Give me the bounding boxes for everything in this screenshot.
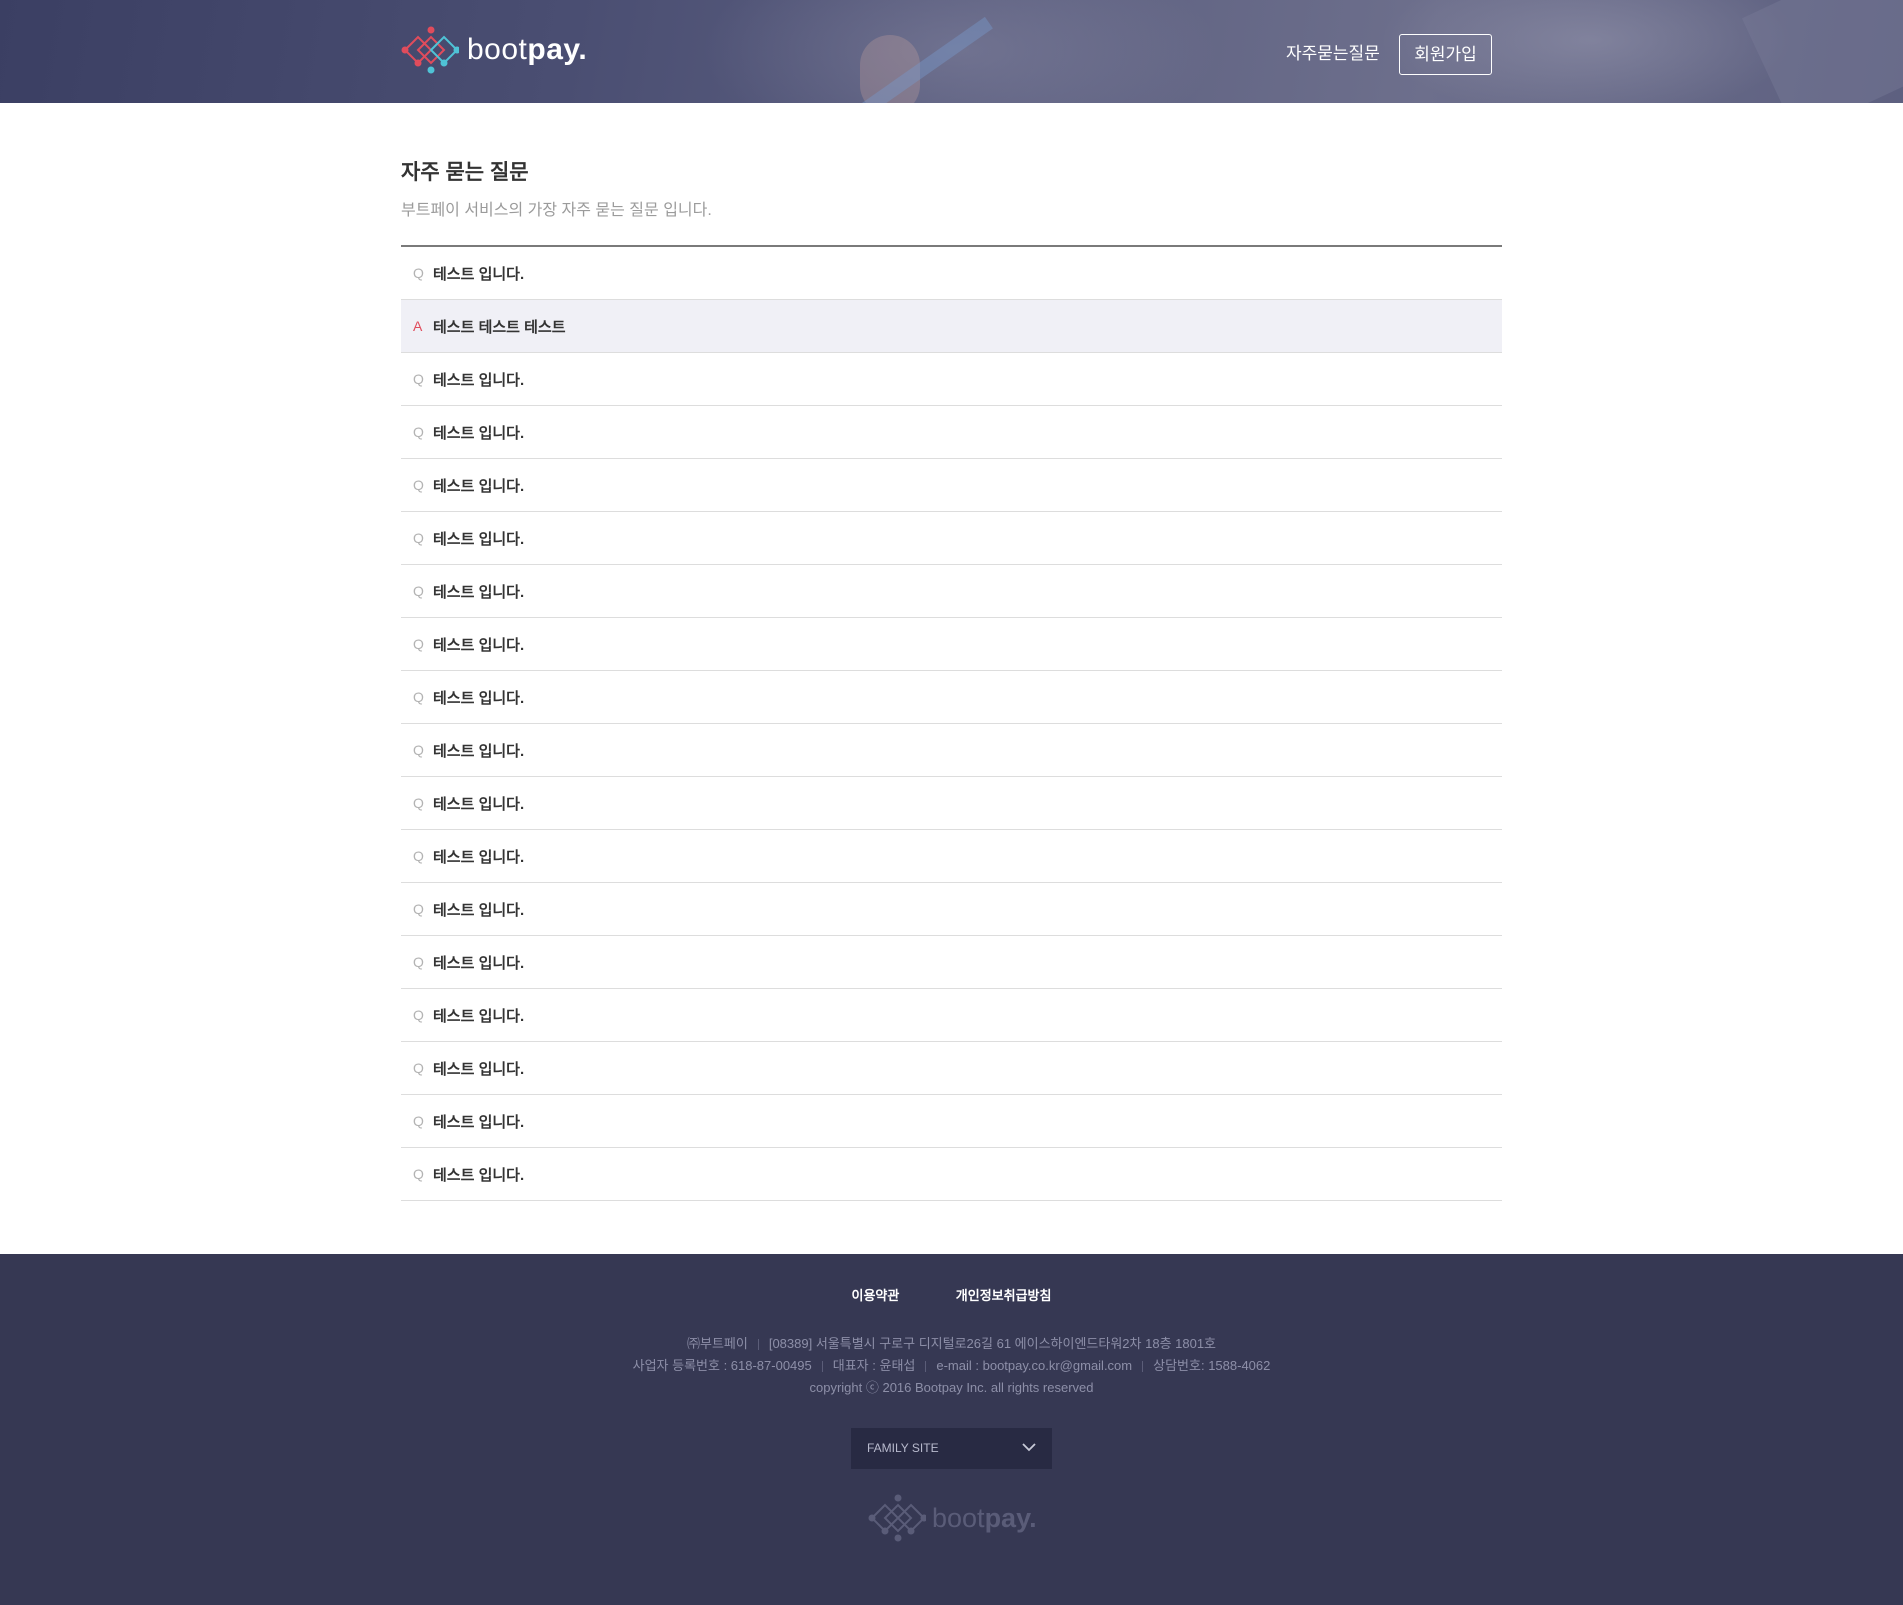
company-info: ㈜부트페이 [08389] 서울특별시 구로구 디지털로26길 61 에이스하이엔… bbox=[0, 1334, 1903, 1354]
answer-marker: A bbox=[413, 318, 423, 334]
faq-list: Q 테스트 입니다. A 테스트 테스트 테스트 Q 테스트 입니다. Q 테스트 입니다. Q… bbox=[401, 245, 1502, 1201]
divider bbox=[757, 1339, 759, 1351]
faq-question[interactable]: Q 테스트 입니다. bbox=[401, 830, 1502, 883]
question-text: 테스트 입니다. bbox=[433, 848, 525, 866]
question-marker: Q bbox=[413, 583, 424, 599]
faq-question[interactable]: Q 테스트 입니다. bbox=[401, 565, 1502, 618]
question-text: 테스트 입니다. bbox=[433, 636, 525, 654]
question-marker: Q bbox=[413, 1113, 424, 1129]
faq-question[interactable]: Q 테스트 입니다. bbox=[401, 353, 1502, 406]
business-number: 사업자 등록번호 : 618-87-00495 bbox=[632, 1358, 812, 1373]
question-text: 테스트 입니다. bbox=[433, 265, 525, 283]
contact-email: e-mail : bootpay.co.kr@gmail.com bbox=[936, 1358, 1133, 1373]
divider bbox=[1142, 1361, 1144, 1373]
question-marker: Q bbox=[413, 371, 424, 387]
header: bootpay. 자주묻는질문 회원가입 bbox=[0, 0, 1903, 103]
faq-question[interactable]: Q 테스트 입니다. bbox=[401, 247, 1502, 300]
faq-question[interactable]: Q 테스트 입니다. bbox=[401, 406, 1502, 459]
question-marker: Q bbox=[413, 954, 424, 970]
footer-links: 이용약관 개인정보취급방침 bbox=[0, 1285, 1903, 1305]
question-text: 테스트 입니다. bbox=[433, 477, 525, 495]
question-marker: Q bbox=[413, 424, 424, 440]
question-text: 테스트 입니다. bbox=[433, 954, 525, 972]
answer-text: 테스트 테스트 테스트 bbox=[433, 318, 566, 336]
bootpay-logo-icon bbox=[401, 26, 459, 74]
footer-logo: bootpay. bbox=[868, 1494, 1037, 1542]
terms-link[interactable]: 이용약관 bbox=[852, 1285, 900, 1304]
question-text: 테스트 입니다. bbox=[433, 424, 525, 442]
question-marker: Q bbox=[413, 477, 424, 493]
family-site-select[interactable]: FAMILY SITE bbox=[851, 1428, 1052, 1469]
question-text: 테스트 입니다. bbox=[433, 530, 525, 548]
logo[interactable]: bootpay. bbox=[401, 25, 587, 75]
question-text: 테스트 입니다. bbox=[433, 742, 525, 760]
family-site-label: FAMILY SITE bbox=[867, 1441, 939, 1455]
company-address: [08389] 서울특별시 구로구 디지털로26길 61 에이스하이엔드타워2차… bbox=[768, 1336, 1217, 1351]
faq-question[interactable]: Q 테스트 입니다. bbox=[401, 936, 1502, 989]
question-text: 테스트 입니다. bbox=[433, 1060, 525, 1078]
ceo-name: 대표자 : 윤태섭 bbox=[832, 1358, 916, 1373]
question-text: 테스트 입니다. bbox=[433, 1113, 525, 1131]
question-text: 테스트 입니다. bbox=[433, 795, 525, 813]
question-text: 테스트 입니다. bbox=[433, 371, 525, 389]
header-background-photo bbox=[700, 0, 1220, 103]
company-details: 사업자 등록번호 : 618-87-00495 대표자 : 윤태섭 e-mail :… bbox=[0, 1356, 1903, 1376]
logo-text: bootpay. bbox=[467, 33, 588, 66]
divider bbox=[925, 1361, 927, 1373]
bootpay-logo-icon bbox=[868, 1494, 926, 1542]
question-marker: Q bbox=[413, 1060, 424, 1076]
contact-phone: 상담번호: 1588-4062 bbox=[1153, 1358, 1271, 1373]
faq-question[interactable]: Q 테스트 입니다. bbox=[401, 724, 1502, 777]
faq-question[interactable]: Q 테스트 입니다. bbox=[401, 459, 1502, 512]
copyright: copyright ⓒ 2016 Bootpay Inc. all rights… bbox=[809, 1380, 1094, 1395]
question-marker: Q bbox=[413, 848, 424, 864]
footer-logo-text: bootpay. bbox=[932, 1502, 1037, 1533]
question-marker: Q bbox=[413, 265, 424, 281]
divider bbox=[821, 1361, 823, 1373]
company-name: ㈜부트페이 bbox=[686, 1336, 748, 1351]
faq-question[interactable]: Q 테스트 입니다. bbox=[401, 883, 1502, 936]
question-marker: Q bbox=[413, 1007, 424, 1023]
chevron-down-icon bbox=[1022, 1443, 1036, 1452]
question-marker: Q bbox=[413, 742, 424, 758]
faq-question[interactable]: Q 테스트 입니다. bbox=[401, 512, 1502, 565]
faq-question[interactable]: Q 테스트 입니다. bbox=[401, 1042, 1502, 1095]
question-marker: Q bbox=[413, 530, 424, 546]
privacy-policy-link[interactable]: 개인정보취급방침 bbox=[956, 1285, 1052, 1304]
page-title: 자주 묻는 질문 bbox=[401, 161, 529, 184]
faq-question[interactable]: Q 테스트 입니다. bbox=[401, 1148, 1502, 1201]
question-marker: Q bbox=[413, 636, 424, 652]
faq-answer: A 테스트 테스트 테스트 bbox=[401, 300, 1502, 353]
faq-question[interactable]: Q 테스트 입니다. bbox=[401, 989, 1502, 1042]
question-text: 테스트 입니다. bbox=[433, 689, 525, 707]
question-marker: Q bbox=[413, 689, 424, 705]
faq-question[interactable]: Q 테스트 입니다. bbox=[401, 671, 1502, 724]
question-text: 테스트 입니다. bbox=[433, 901, 525, 919]
question-marker: Q bbox=[413, 1166, 424, 1182]
footer: 이용약관 개인정보취급방침 ㈜부트페이 [08389] 서울특별시 구로구 디지털… bbox=[0, 1254, 1903, 1605]
question-text: 테스트 입니다. bbox=[433, 1166, 525, 1184]
faq-question[interactable]: Q 테스트 입니다. bbox=[401, 1095, 1502, 1148]
question-marker: Q bbox=[413, 795, 424, 811]
faq-question[interactable]: Q 테스트 입니다. bbox=[401, 618, 1502, 671]
nav-faq-link[interactable]: 자주묻는질문 bbox=[1286, 43, 1380, 65]
page-subtitle: 부트페이 서비스의 가장 자주 묻는 질문 입니다. bbox=[401, 202, 712, 219]
question-marker: Q bbox=[413, 901, 424, 917]
signup-button[interactable]: 회원가입 bbox=[1399, 34, 1492, 75]
faq-question[interactable]: Q 테스트 입니다. bbox=[401, 777, 1502, 830]
question-text: 테스트 입니다. bbox=[433, 583, 525, 601]
question-text: 테스트 입니다. bbox=[433, 1007, 525, 1025]
